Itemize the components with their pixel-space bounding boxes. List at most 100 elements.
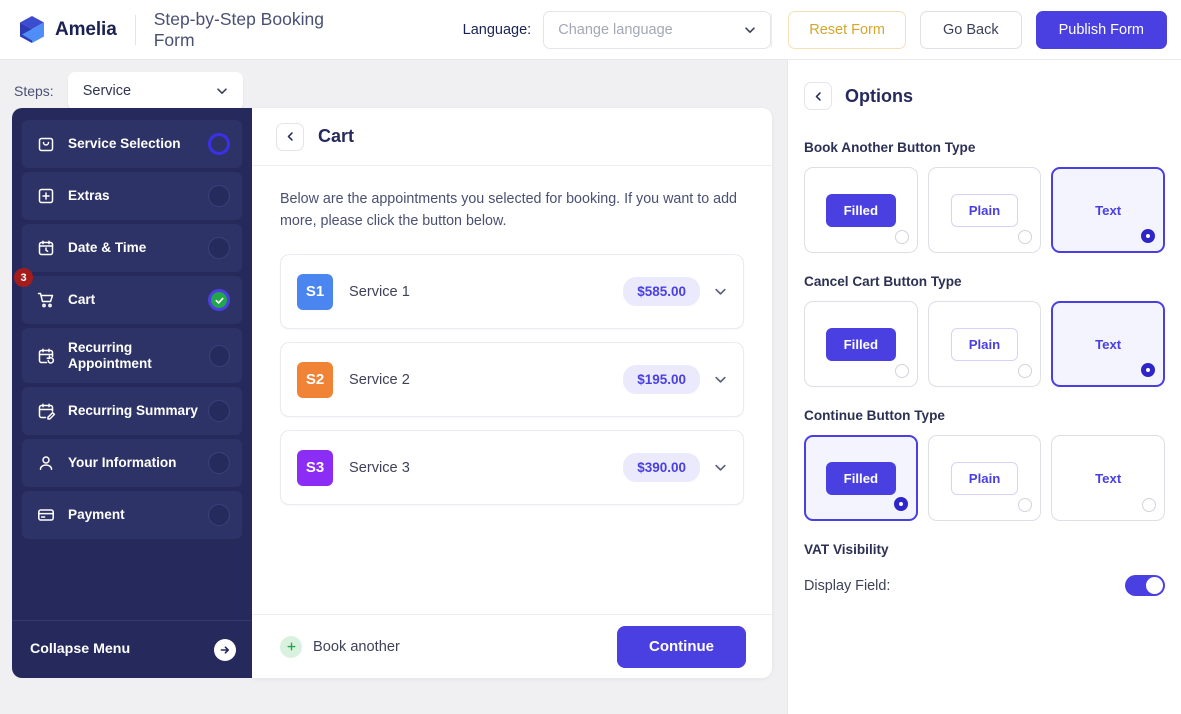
option-choice-plain[interactable]: Plain	[928, 167, 1042, 253]
service-price: $195.00	[623, 365, 700, 394]
option-choice-filled[interactable]: Filled	[804, 435, 918, 521]
brand-name: Amelia	[55, 19, 117, 41]
option-choice-preview: Text	[1095, 471, 1121, 486]
cart-service-row[interactable]: S1 Service 1 $585.00	[280, 254, 744, 329]
sidebar-item-service-selection[interactable]: Service Selection	[22, 120, 242, 168]
service-initials-badge: S1	[297, 274, 333, 310]
header-actions-divider	[771, 13, 772, 47]
option-choice-preview: Plain	[951, 462, 1019, 495]
cart-service-row[interactable]: S3 Service 3 $390.00	[280, 430, 744, 505]
option-radio[interactable]	[895, 364, 909, 378]
language-select[interactable]: Change language	[543, 11, 771, 49]
chevron-left-icon	[813, 91, 824, 102]
option-choices: Filled Plain Text	[804, 435, 1165, 521]
chevron-down-icon	[216, 85, 228, 97]
cart-service-row[interactable]: S2 Service 2 $195.00	[280, 342, 744, 417]
option-radio[interactable]	[1141, 229, 1155, 243]
cart-back-button[interactable]	[276, 123, 304, 151]
option-choice-preview: Filled	[826, 194, 896, 227]
chevron-left-icon	[285, 131, 296, 142]
service-price: $390.00	[623, 453, 700, 482]
option-radio[interactable]	[1018, 498, 1032, 512]
option-choice-filled[interactable]: Filled	[804, 301, 918, 387]
service-initials-badge: S2	[297, 362, 333, 398]
service-bag-icon	[36, 134, 56, 154]
brand: Amelia	[18, 15, 117, 45]
option-radio[interactable]	[1018, 364, 1032, 378]
sidebar-item-label: Your Information	[68, 455, 177, 471]
steps-select[interactable]: Service	[68, 72, 243, 110]
language-control: Language: Change language	[463, 11, 772, 49]
preview-column: Steps: Service	[0, 60, 787, 714]
sidebar-item-payment[interactable]: Payment	[22, 491, 242, 539]
header-divider	[135, 15, 136, 45]
publish-form-button[interactable]: Publish Form	[1036, 11, 1167, 49]
steps-bar: Steps: Service	[0, 60, 787, 108]
plus-icon	[280, 636, 302, 658]
chevron-down-icon[interactable]	[714, 461, 727, 474]
chevron-down-icon[interactable]	[714, 373, 727, 386]
booking-preview: Service Selection Extras	[0, 108, 787, 678]
option-choice-plain[interactable]: Plain	[928, 435, 1042, 521]
continue-button[interactable]: Continue	[617, 626, 746, 668]
option-choice-preview: Text	[1095, 337, 1121, 352]
page-title: Step-by-Step Booking Form	[154, 9, 363, 51]
sidebar-item-extras[interactable]: Extras	[22, 172, 242, 220]
option-group-label: Cancel Cart Button Type	[804, 274, 1165, 289]
option-choice-plain[interactable]: Plain	[928, 301, 1042, 387]
option-choice-preview: Filled	[826, 328, 896, 361]
option-group-cancel-cart-button-type: Cancel Cart Button Type Filled Plain Tex…	[804, 274, 1165, 387]
steps-select-value: Service	[83, 83, 131, 99]
display-field-row: Display Field:	[804, 575, 1165, 596]
option-radio[interactable]	[894, 497, 908, 511]
collapse-menu-button[interactable]: Collapse Menu	[12, 620, 252, 678]
option-group-book-another-button-type: Book Another Button Type Filled Plain Te…	[804, 140, 1165, 253]
sidebar-items: Service Selection Extras	[12, 120, 252, 539]
sidebar-item-date-time[interactable]: Date & Time	[22, 224, 242, 272]
sidebar-item-cart[interactable]: 3 Cart	[22, 276, 242, 324]
option-choice-text[interactable]: Text	[1051, 435, 1165, 521]
option-choice-preview: Plain	[951, 328, 1019, 361]
step-status-indicator	[209, 345, 230, 367]
option-radio[interactable]	[1018, 230, 1032, 244]
sidebar-item-recurring-appointment[interactable]: Recurring Appointment	[22, 328, 242, 383]
option-group-continue-button-type: Continue Button Type Filled Plain Text	[804, 408, 1165, 521]
collapse-menu-label: Collapse Menu	[30, 641, 130, 657]
option-choice-text[interactable]: Text	[1051, 301, 1165, 387]
service-price: $585.00	[623, 277, 700, 306]
option-radio[interactable]	[1142, 498, 1156, 512]
sidebar-item-label: Cart	[68, 292, 95, 308]
sidebar-item-label: Recurring Summary	[68, 403, 198, 419]
step-status-indicator	[208, 185, 230, 207]
option-choice-preview: Filled	[826, 462, 896, 495]
step-status-indicator	[208, 400, 230, 422]
app-body: Steps: Service	[0, 60, 1181, 714]
step-status-indicator	[208, 237, 230, 259]
language-label: Language:	[463, 22, 532, 38]
reset-form-button[interactable]: Reset Form	[788, 11, 906, 49]
cart-footer: Book another Continue	[252, 614, 772, 678]
step-status-indicator	[208, 133, 230, 155]
options-title: Options	[845, 86, 913, 107]
options-back-button[interactable]	[804, 82, 832, 110]
option-radio[interactable]	[895, 230, 909, 244]
book-another-label: Book another	[313, 639, 400, 655]
sidebar-item-your-information[interactable]: Your Information	[22, 439, 242, 487]
sidebar-item-recurring-summary[interactable]: Recurring Summary	[22, 387, 242, 435]
option-radio[interactable]	[1141, 363, 1155, 377]
display-field-toggle[interactable]	[1125, 575, 1165, 596]
user-icon	[36, 453, 56, 473]
option-choice-filled[interactable]: Filled	[804, 167, 918, 253]
chevron-down-icon[interactable]	[714, 285, 727, 298]
shopping-cart-icon	[36, 290, 56, 310]
service-name: Service 2	[349, 372, 410, 388]
go-back-button[interactable]: Go Back	[920, 11, 1022, 49]
option-group-label: Book Another Button Type	[804, 140, 1165, 155]
chevron-down-icon	[744, 24, 756, 36]
book-another-button[interactable]: Book another	[280, 636, 400, 658]
option-choice-text[interactable]: Text	[1051, 167, 1165, 253]
option-choice-preview: Plain	[951, 194, 1019, 227]
option-choice-preview: Text	[1095, 203, 1121, 218]
cart-header: Cart	[252, 108, 772, 166]
credit-card-icon	[36, 505, 56, 525]
